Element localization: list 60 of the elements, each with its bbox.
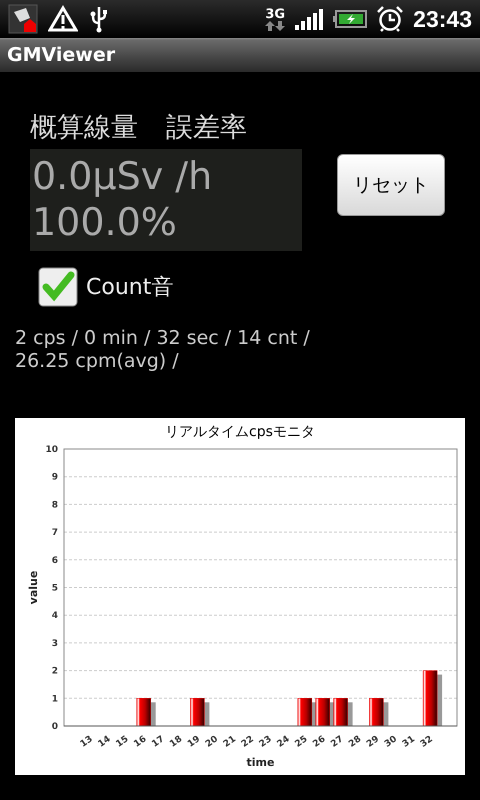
x-tick-label: 27 — [329, 734, 346, 750]
chart-title: リアルタイムcpsモニタ — [165, 424, 315, 440]
y-tick-label: 8 — [52, 500, 58, 510]
bar — [422, 670, 442, 726]
data-arrows-icon — [265, 20, 286, 30]
y-tick-label: 9 — [52, 472, 58, 483]
y-tick-label: 4 — [52, 611, 58, 622]
dose-value: 0.0μSv /h — [32, 153, 214, 199]
usb-icon — [88, 5, 110, 33]
x-tick-label: 15 — [114, 734, 131, 750]
bar — [369, 698, 388, 726]
app-title: GMViewer — [7, 44, 116, 66]
y-tick-label: 6 — [52, 556, 58, 566]
y-tick-label: 2 — [52, 666, 58, 677]
y-tick-label: 3 — [52, 638, 58, 649]
error-rate-label: 誤差率 — [166, 111, 247, 145]
bar — [315, 698, 335, 726]
bar — [136, 698, 156, 726]
x-tick-label: 22 — [240, 734, 256, 750]
x-tick-label: 25 — [294, 734, 310, 750]
clock-time: 23:43 — [413, 6, 472, 32]
bar — [190, 698, 210, 726]
stats-text: 26.25 cpm(avg) / — [15, 350, 180, 373]
y-tick-label: 1 — [52, 694, 58, 704]
checkbox-label: Count音 — [86, 274, 174, 302]
app-notification-icon — [8, 4, 38, 34]
x-tick-label: 16 — [132, 734, 148, 750]
dose-label: 概算線量 — [30, 111, 138, 145]
x-tick-label: 26 — [311, 734, 328, 750]
x-tick-label: 18 — [168, 734, 184, 750]
reset-button[interactable]: リセット — [337, 154, 445, 216]
y-tick-label: 5 — [52, 584, 58, 594]
x-tick-label: 17 — [150, 734, 166, 750]
x-tick-label: 29 — [365, 734, 382, 750]
y-axis-label: value — [27, 570, 40, 604]
x-axis-label: time — [246, 756, 274, 769]
x-tick-label: 31 — [400, 734, 417, 750]
x-tick-label: 19 — [186, 734, 202, 750]
y-tick-label: 0 — [52, 722, 58, 732]
x-tick-label: 32 — [418, 734, 435, 750]
stats-text: 2 cps / 0 min / 32 sec / 14 cnt / — [15, 327, 311, 350]
x-tick-label: 14 — [96, 734, 113, 750]
battery-icon — [333, 9, 368, 29]
signal-icon — [295, 8, 324, 30]
error-rate-value: 100.0% — [32, 199, 178, 245]
x-tick-label: 23 — [258, 734, 274, 750]
warning-icon — [48, 5, 78, 33]
x-tick-label: 20 — [204, 734, 220, 750]
y-tick-label: 10 — [45, 445, 58, 455]
checkbox[interactable] — [38, 267, 78, 307]
x-tick-label: 21 — [222, 734, 238, 750]
network-label: 3G — [265, 8, 286, 20]
bar — [333, 698, 353, 726]
alarm-clock-icon — [377, 6, 404, 32]
y-tick-label: 7 — [52, 528, 58, 538]
x-tick-label: 13 — [78, 734, 95, 750]
x-tick-label: 28 — [347, 734, 364, 750]
x-tick-label: 24 — [276, 734, 292, 750]
bar — [298, 698, 317, 726]
x-tick-label: 30 — [383, 734, 400, 750]
